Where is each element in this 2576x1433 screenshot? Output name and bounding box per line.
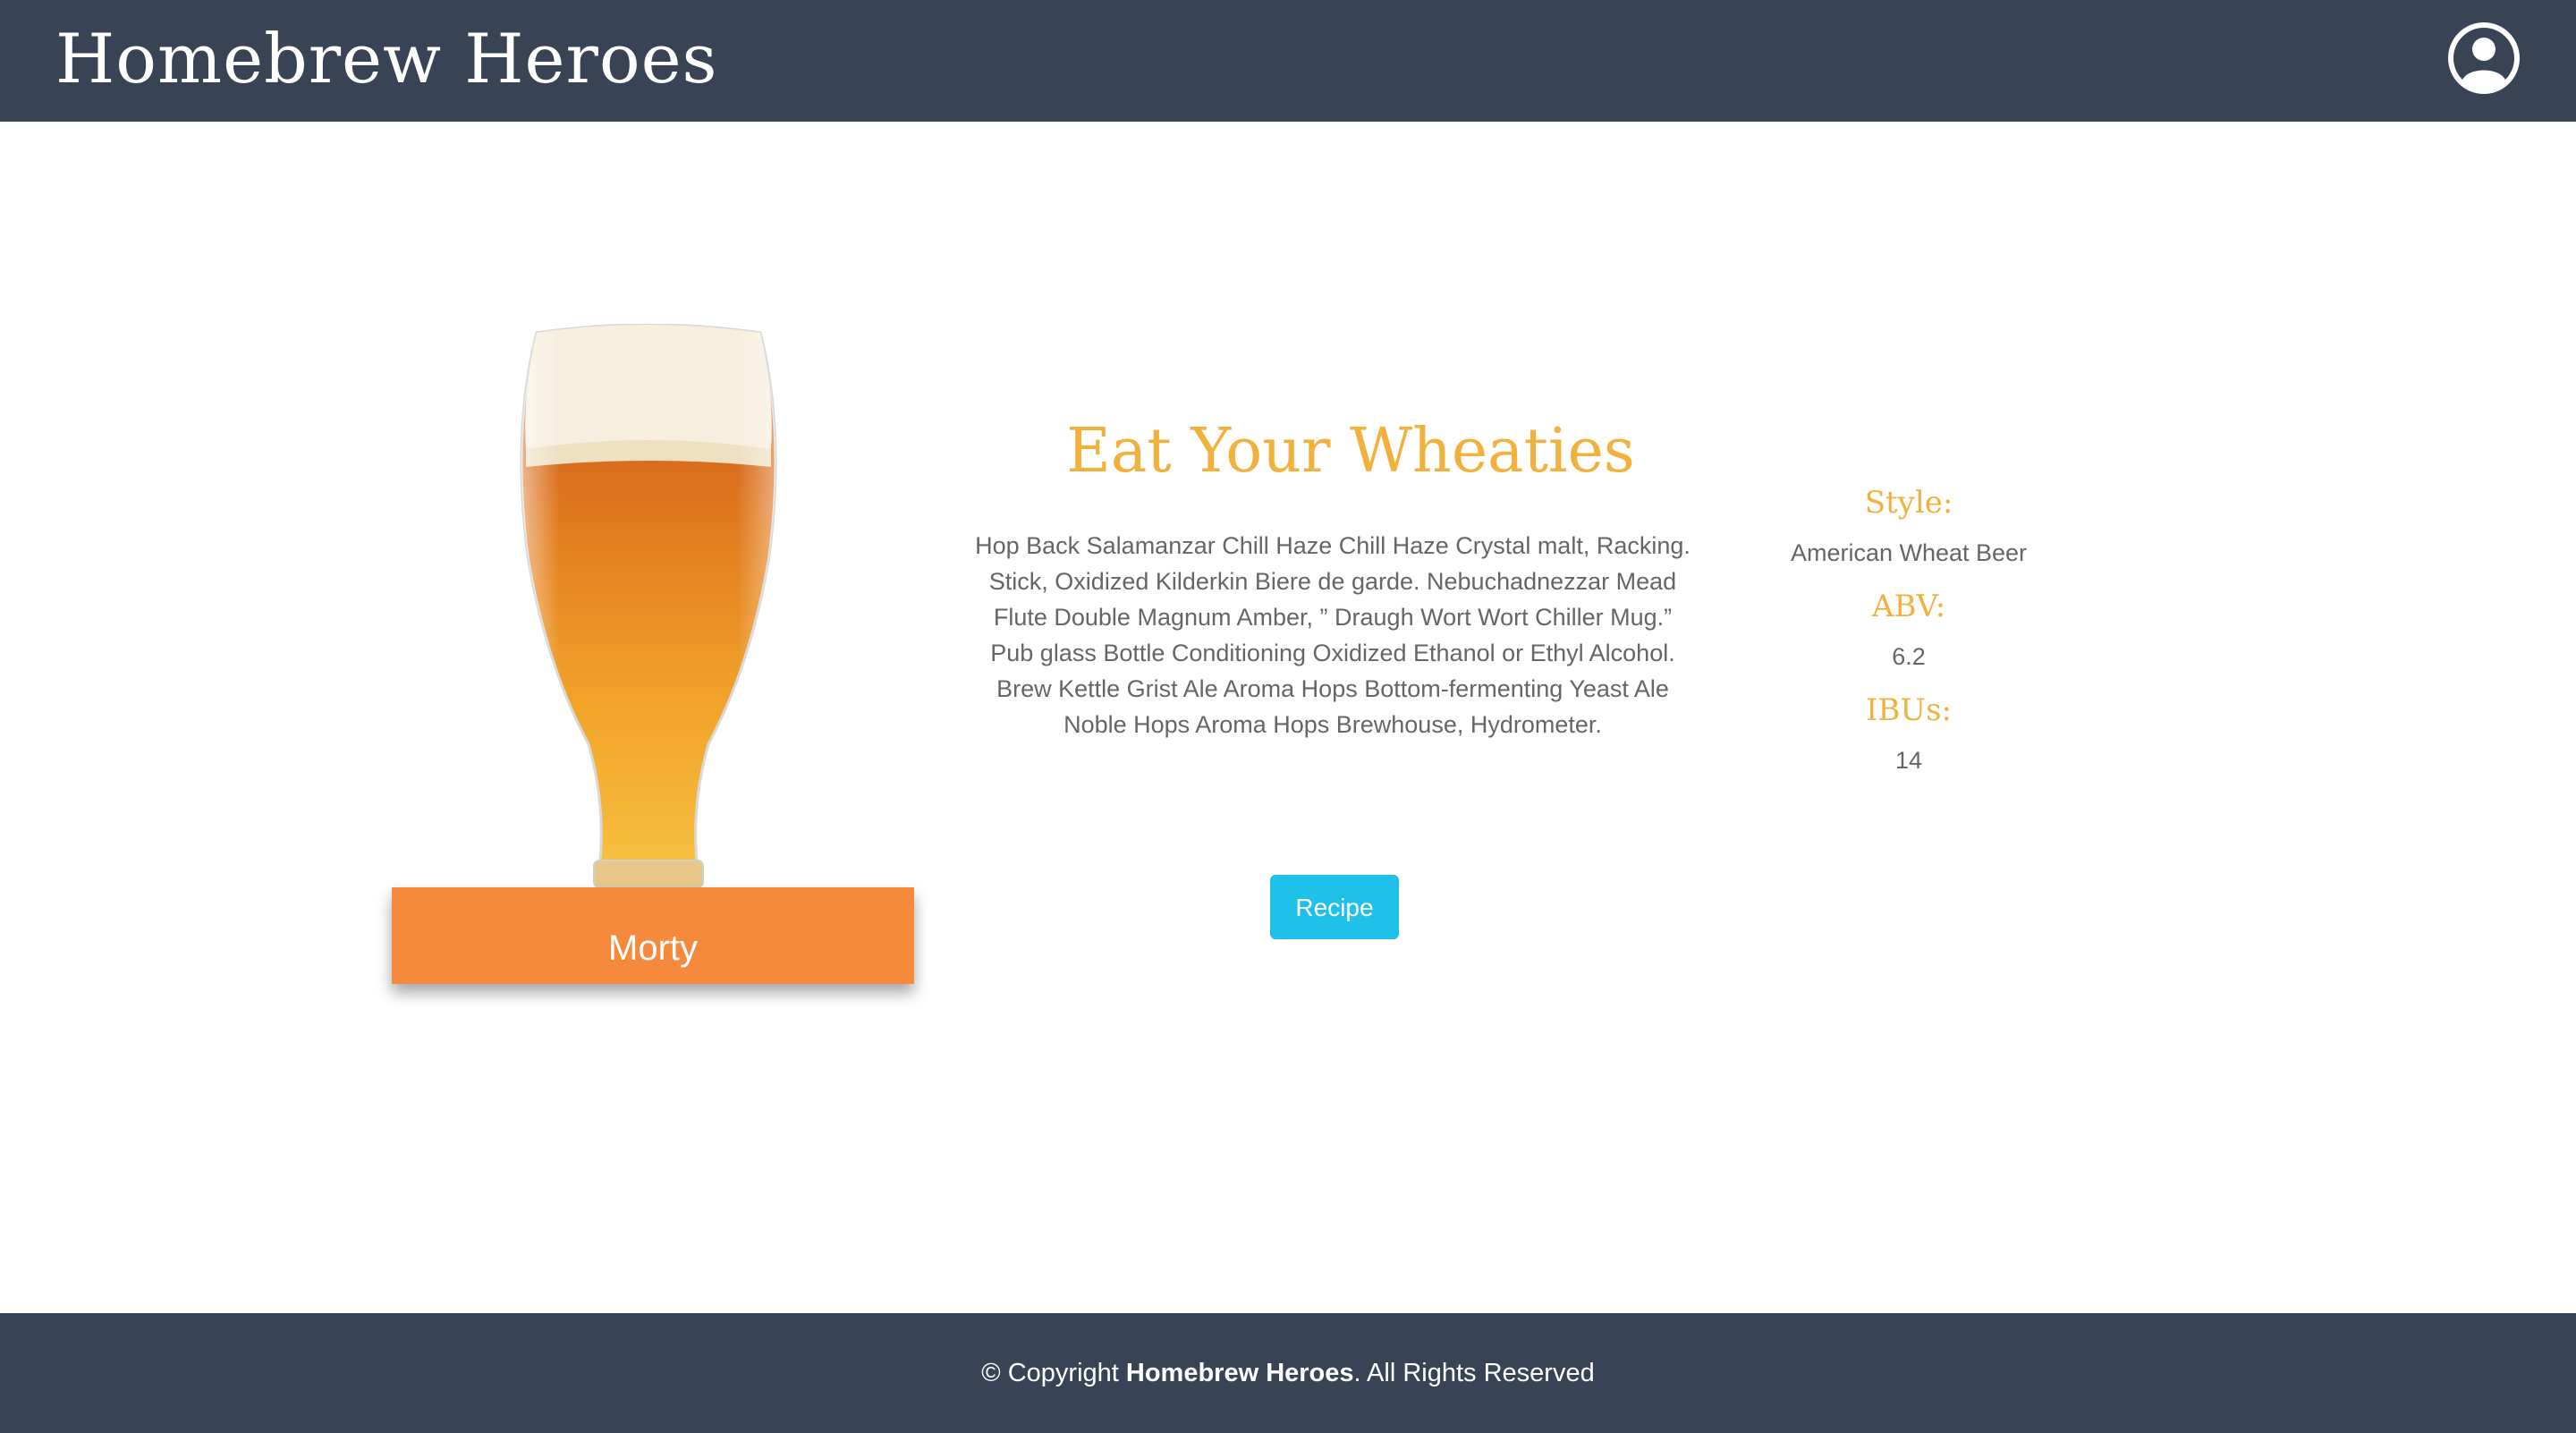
brand-logo-text[interactable]: Homebrew Heroes [55, 16, 718, 102]
copyright-suffix: . All Rights Reserved [1353, 1359, 1595, 1387]
abv-label: ABV: [1871, 589, 1946, 624]
abv-value: 6.2 [1892, 643, 1926, 670]
beer-title: Eat Your Wheaties [1066, 416, 1635, 487]
beer-description: Hop Back Salamanzar Chill Haze Chill Haz… [975, 532, 1690, 738]
ibu-value: 14 [1894, 747, 1923, 774]
top-navbar: Homebrew Heroes [0, 0, 2576, 122]
user-circle-icon [2448, 22, 2520, 94]
page-footer: © Copyright Homebrew Heroes. All Rights … [0, 1313, 2576, 1433]
recipe-button[interactable]: Recipe [1270, 875, 1399, 939]
copyright-prefix: © Copyright [981, 1359, 1126, 1387]
style-value: American Wheat Beer [1790, 539, 2028, 566]
style-label: Style: [1864, 485, 1953, 521]
brewer-name-tag[interactable]: Morty [392, 887, 914, 984]
beer-stats-panel: Style: American Wheat Beer ABV: 6.2 IBUs… [1775, 476, 2043, 787]
user-account-icon[interactable] [2445, 20, 2522, 97]
beer-glass-image [501, 323, 796, 893]
ibu-label: IBUs: [1866, 692, 1952, 728]
beer-detail-page: Morty Eat Your Wheaties Hop Back Salaman… [0, 122, 2576, 1313]
copyright-brand: Homebrew Heroes [1125, 1359, 1354, 1387]
